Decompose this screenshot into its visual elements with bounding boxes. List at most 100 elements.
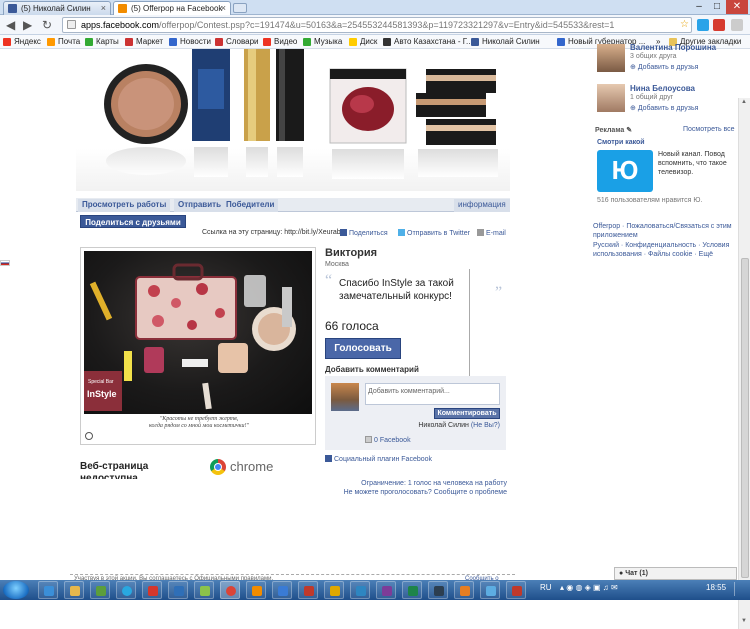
checkbox-icon[interactable] xyxy=(365,436,372,443)
vote-button[interactable]: Голосовать xyxy=(325,338,401,359)
add-friend-link[interactable]: ⊕ Добавить в друзья xyxy=(630,63,698,71)
bookmark-star-icon[interactable]: ☆ xyxy=(680,20,690,30)
tab-label: (5) Offerpop на Facebook xyxy=(131,4,223,13)
bookmark-nikolay-silin[interactable]: Николай Силин xyxy=(470,36,540,48)
taskbar-app-11[interactable] xyxy=(428,581,448,599)
zoom-icon[interactable] xyxy=(85,432,93,440)
taskbar-app-5[interactable] xyxy=(272,581,292,599)
taskbar-app-3[interactable] xyxy=(194,581,214,599)
back-icon[interactable]: ◀ xyxy=(6,18,15,32)
minimize-button[interactable]: – xyxy=(690,0,708,14)
bookmark-mail[interactable]: Почта xyxy=(46,36,80,48)
offerpop-report-links[interactable]: Offerpop · Пожаловаться/Связаться с этим… xyxy=(593,222,733,240)
tab-winners[interactable]: Победители xyxy=(222,199,279,212)
taskbar-app-skype[interactable] xyxy=(116,581,136,599)
comment-button[interactable]: Комментировать xyxy=(434,408,500,419)
extension-icon[interactable] xyxy=(697,19,709,31)
taskbar-app-9[interactable] xyxy=(376,581,396,599)
comment-input[interactable]: Добавить комментарий... xyxy=(365,383,500,405)
social-plugin-link[interactable]: Социальный плагин Facebook xyxy=(325,455,432,463)
add-friend-link[interactable]: ⊕ Добавить в друзья xyxy=(630,104,698,112)
ad-logo-image[interactable]: Ю xyxy=(597,150,653,192)
tab-info[interactable]: информация xyxy=(454,199,510,212)
tab-offerpop[interactable]: (5) Offerpop на Facebook × xyxy=(113,1,231,15)
footer-links[interactable]: Русский · Конфиденциальность · Условия и… xyxy=(593,241,733,259)
page-link-label[interactable]: Ссылка на эту страницу: http://bit.ly/Xe… xyxy=(202,229,341,236)
extension-badge-icon[interactable] xyxy=(713,19,725,31)
cosmetic-bag-image xyxy=(84,263,296,411)
see-all-ads-link[interactable]: Посмотреть все xyxy=(683,126,735,133)
bookmark-dictionaries[interactable]: Словари xyxy=(214,36,259,48)
ad-title[interactable]: Смотри какой xyxy=(597,139,645,146)
wrench-menu-icon[interactable] xyxy=(731,19,743,31)
reload-icon[interactable]: ↻ xyxy=(42,18,52,32)
start-button[interactable] xyxy=(3,581,29,599)
suggested-friend-name[interactable]: Валентина Порошина xyxy=(630,43,716,52)
taskbar-app-explorer[interactable] xyxy=(64,581,84,599)
taskbar-app-8[interactable] xyxy=(350,581,370,599)
ad-likes[interactable]: 516 пользователям нравится Ю. xyxy=(597,196,702,205)
forward-icon[interactable]: ▶ xyxy=(23,18,32,32)
taskbar-app-13[interactable] xyxy=(480,581,500,599)
scroll-up-icon[interactable]: ▲ xyxy=(741,99,747,105)
open-quote-icon: “ xyxy=(325,272,333,289)
maximize-button[interactable]: □ xyxy=(708,0,726,14)
russian-flag-icon[interactable] xyxy=(0,260,10,266)
mutual-friends[interactable]: 1 общий друг xyxy=(630,94,673,101)
ad-text[interactable]: Новый канал. Повод вспомнить, что такое … xyxy=(658,150,728,177)
tray-icons[interactable]: ▴ ◉ ◍ ◈ ▣ ♫ ✉ xyxy=(560,583,618,592)
entry-photo[interactable]: Special Bar InStyle xyxy=(84,251,312,414)
bookmark-disk[interactable]: Диск xyxy=(348,36,377,48)
show-desktop-button[interactable] xyxy=(734,582,748,596)
taskbar-app-media[interactable] xyxy=(90,581,110,599)
taskbar-app-7[interactable] xyxy=(324,581,344,599)
taskbar-app-chrome[interactable] xyxy=(220,581,240,599)
page-info-icon[interactable] xyxy=(67,20,76,29)
bookmark-auto-kz[interactable]: Авто Казахстана - Г... xyxy=(382,36,473,48)
bookmark-video[interactable]: Видео xyxy=(262,36,297,48)
taskbar-app-ie[interactable] xyxy=(38,581,58,599)
bookmark-maps[interactable]: Карты xyxy=(84,36,119,48)
chat-bar[interactable]: ● Чат (1) xyxy=(614,567,737,580)
share-with-friends-button[interactable]: Поделиться с друзьями xyxy=(80,215,186,228)
tab-nikolay-silin[interactable]: (5) Николай Силин × xyxy=(3,1,111,15)
scroll-thumb[interactable] xyxy=(741,258,749,578)
email-link[interactable]: E-mail xyxy=(477,229,506,237)
bookmark-market[interactable]: Маркет xyxy=(124,36,163,48)
language-indicator[interactable]: RU xyxy=(540,583,552,592)
close-tab-icon[interactable]: × xyxy=(221,2,226,15)
taskbar-app-4[interactable] xyxy=(246,581,266,599)
taskbar-app-2[interactable] xyxy=(168,581,188,599)
report-problem-link[interactable]: Не можете проголосовать? Сообщите о проб… xyxy=(300,488,507,497)
close-tab-icon[interactable]: × xyxy=(101,2,106,15)
not-you-link[interactable]: (Не Вы?) xyxy=(471,422,500,429)
mutual-friends[interactable]: 3 общих друга xyxy=(630,53,677,60)
clock[interactable]: 18:55 xyxy=(706,583,726,592)
share-link[interactable]: Поделиться xyxy=(340,229,388,237)
chat-icon: ● xyxy=(619,570,624,577)
avatar[interactable] xyxy=(331,383,359,411)
taskbar-app-12[interactable] xyxy=(454,581,474,599)
new-tab-button[interactable] xyxy=(233,3,247,13)
scrollbar[interactable]: ▲ ▼ xyxy=(738,98,750,629)
close-window-button[interactable]: ✕ xyxy=(726,0,748,14)
entry-quote: “ Спасибо InStyle за такой замечательный… xyxy=(325,272,507,322)
facebook-comment-count[interactable]: 0 Facebook xyxy=(365,436,411,444)
taskbar-app-14[interactable] xyxy=(506,581,526,599)
facebook-icon xyxy=(325,455,332,462)
bookmark-yandex[interactable]: Яндекс xyxy=(2,36,41,48)
suggested-friend-name[interactable]: Нина Белоусова xyxy=(630,84,695,93)
tab-view-entries[interactable]: Просмотреть работы xyxy=(78,199,171,212)
taskbar-app-10[interactable] xyxy=(402,581,422,599)
bookmark-music[interactable]: Музыка xyxy=(302,36,342,48)
avatar[interactable] xyxy=(597,44,625,72)
tab-submit[interactable]: Отправить xyxy=(174,199,225,212)
comment-user-name: Николай Силин xyxy=(418,422,469,429)
taskbar-app-6[interactable] xyxy=(298,581,318,599)
avatar[interactable] xyxy=(597,84,625,112)
taskbar-app-1[interactable] xyxy=(142,581,162,599)
twitter-link[interactable]: Отправить в Twitter xyxy=(398,229,470,237)
url-input[interactable]: apps.facebook.com/offerpop/Contest.psp?c… xyxy=(62,17,692,33)
bookmark-news[interactable]: Новости xyxy=(168,36,211,48)
scroll-down-icon[interactable]: ▼ xyxy=(741,618,747,624)
